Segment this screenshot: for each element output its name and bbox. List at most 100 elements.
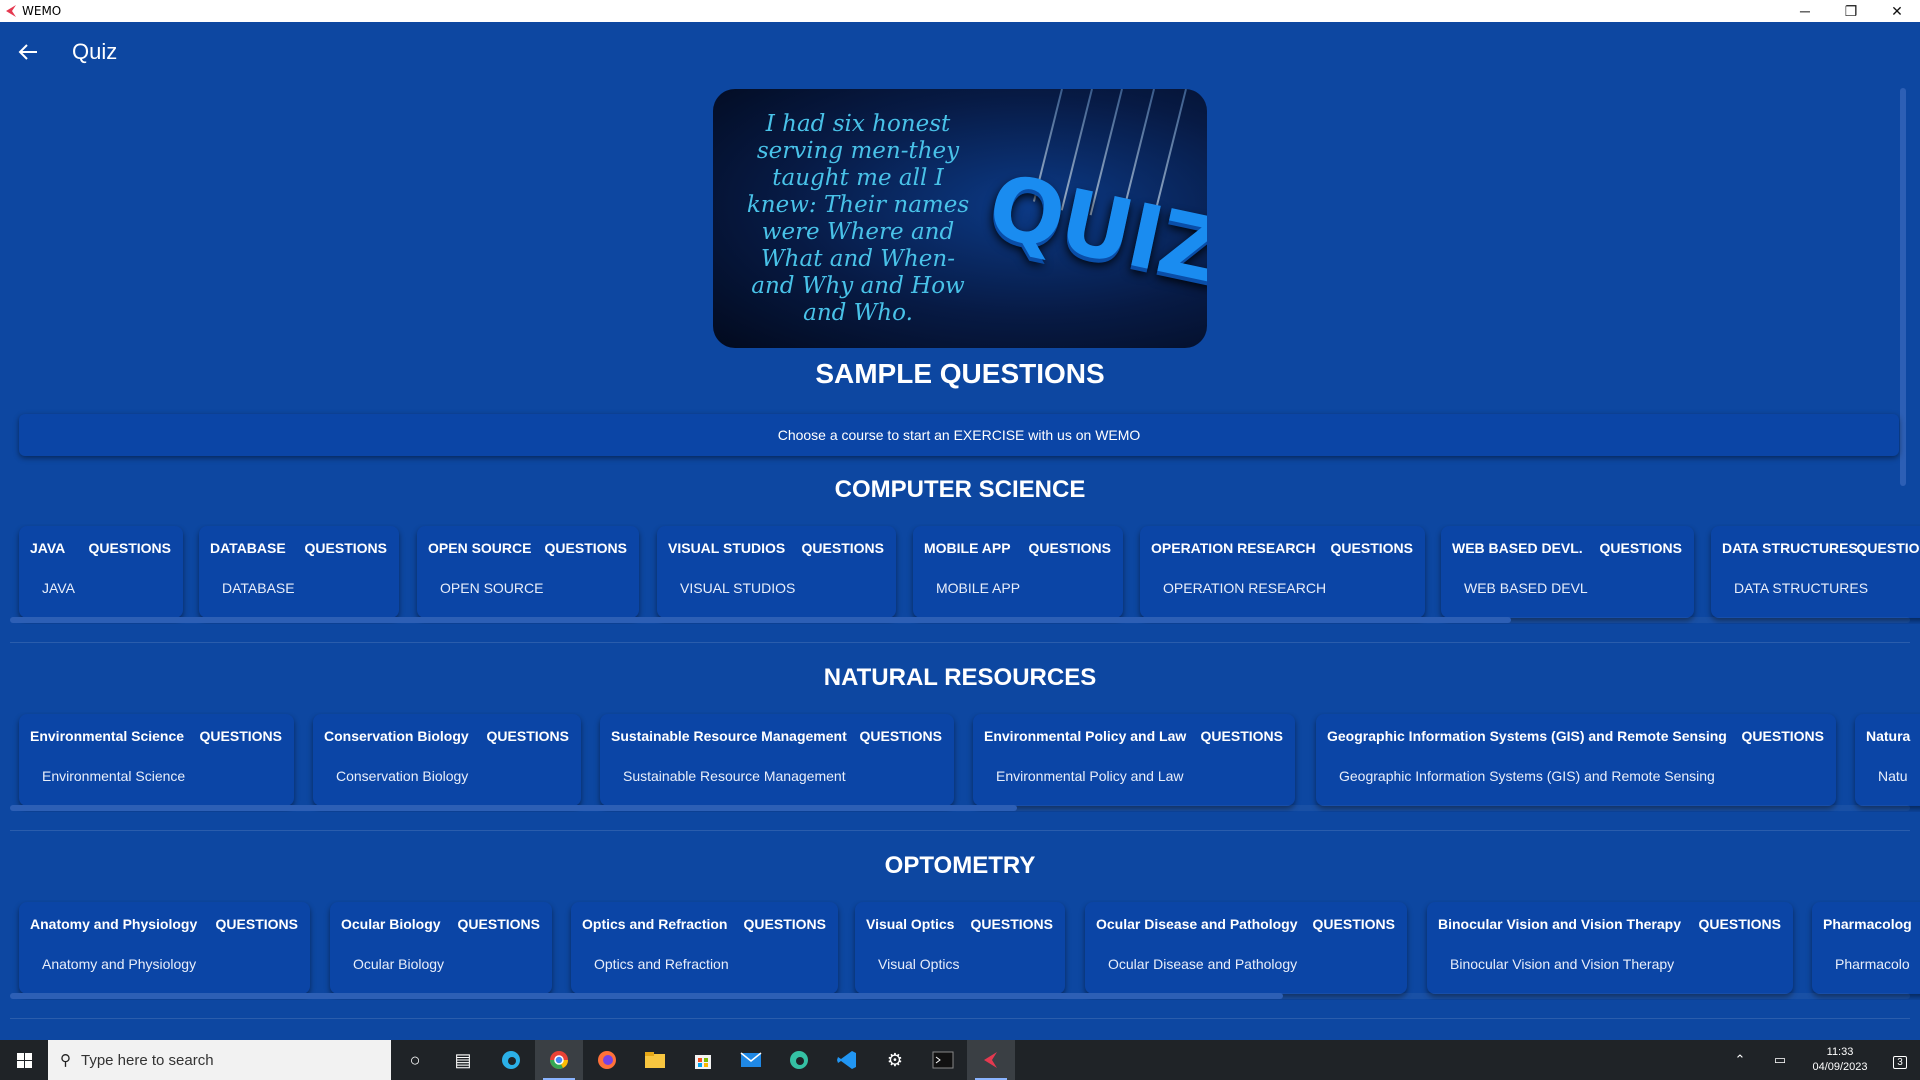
wemo-icon[interactable] [967,1040,1015,1080]
notification-icon[interactable]: 3 [1880,1053,1920,1069]
horizontal-scrollbar[interactable] [10,993,1910,999]
course-card[interactable]: Geographic Information Systems (GIS) and… [1316,714,1836,806]
scrollbar-thumb[interactable] [10,993,1283,999]
questions-button[interactable]: QUESTIONS [1742,728,1824,744]
questions-button[interactable]: QUESTIONS [1331,540,1413,556]
taskbar-search-box[interactable]: ⚲ Type here to search [48,1040,391,1080]
mail-icon[interactable] [727,1040,775,1080]
edge-icon[interactable] [487,1040,535,1080]
firefox-icon[interactable] [583,1040,631,1080]
questions-button[interactable]: QUESTIONS [89,540,171,556]
course-card[interactable]: Environmental Policy and Law QUESTIONS Env… [973,714,1295,806]
store-icon[interactable] [679,1040,727,1080]
task-view-icon[interactable]: ▤ [439,1040,487,1080]
course-info-bar: Choose a course to start an EXERCISE wit… [19,414,1899,456]
course-card-title: Ocular Biology [341,916,441,932]
terminal-icon[interactable] [919,1040,967,1080]
course-card-title: DATABASE [210,540,286,556]
course-card-title: Geographic Information Systems (GIS) and… [1327,728,1727,744]
close-button[interactable]: ✕ [1874,0,1920,22]
course-card[interactable]: Natura Natu [1855,714,1920,806]
questions-button[interactable]: QUESTIONS [1201,728,1283,744]
chevron-up-icon[interactable]: ⌃ [1720,1052,1760,1068]
cortana-icon[interactable]: ○ [391,1040,439,1080]
course-card[interactable]: Pharmacolog Pharmacolo [1812,902,1920,994]
questions-button[interactable]: QUESTIONS [802,540,884,556]
chrome-icon[interactable] [535,1040,583,1080]
course-card[interactable]: VISUAL STUDIOS QUESTIONS VISUAL STUDIOS [657,526,896,618]
questions-button[interactable]: QUESTIONS [458,916,540,932]
taskbar-clock[interactable]: 11:33 04/09/2023 [1800,1045,1880,1075]
questions-button[interactable]: QUESTIONS [971,916,1053,932]
horizontal-scrollbar[interactable] [10,617,1910,623]
course-card-title: OPEN SOURCE [428,540,532,556]
questions-button[interactable]: QUESTIONS [545,540,627,556]
course-card[interactable]: OPEN SOURCE QUESTIONS OPEN SOURCE [417,526,639,618]
course-card-title: WEB BASED DEVL. [1452,540,1583,556]
vertical-scrollbar[interactable] [1900,88,1906,486]
course-card-title: Sustainable Resource Management [611,728,847,744]
course-card[interactable]: OPERATION RESEARCH QUESTIONS OPERATION RES… [1140,526,1425,618]
course-card-subtitle: WEB BASED DEVL [1464,580,1588,596]
questions-button[interactable]: QUESTIONS [860,728,942,744]
course-card-subtitle: DATA STRUCTURES [1734,580,1869,596]
course-card-title: DATA STRUCTURES [1722,540,1858,556]
questions-button[interactable]: QUESTIONS [1857,540,1920,556]
questions-button[interactable]: QUESTIONS [305,540,387,556]
start-button[interactable] [0,1040,48,1080]
horizontal-scrollbar[interactable] [10,805,1910,811]
course-card[interactable]: Ocular Biology QUESTIONS Ocular Biology [330,902,552,994]
questions-button[interactable]: QUESTIONS [200,728,282,744]
course-card[interactable]: WEB BASED DEVL. QUESTIONS WEB BASED DEVL [1441,526,1694,618]
course-card[interactable]: Sustainable Resource Management QUESTIONS… [600,714,954,806]
course-card-title: Natura [1866,728,1911,744]
clock-date: 04/09/2023 [1812,1061,1868,1073]
course-row-optometry: Anatomy and Physiology QUESTIONS Anatomy a… [0,900,1920,1000]
course-card[interactable]: Anatomy and Physiology QUESTIONS Anatomy a… [19,902,310,994]
vscode-icon[interactable] [823,1040,871,1080]
course-card[interactable]: Ocular Disease and Pathology QUESTIONS Ocu… [1085,902,1407,994]
course-card-title: JAVA [30,540,66,556]
course-card-title: Optics and Refraction [582,916,728,932]
back-button[interactable] [8,32,48,72]
restore-button[interactable]: ❐ [1828,0,1874,22]
course-card[interactable]: DATA STRUCTURESQUESTIONSDATA STRUCTURES [1711,526,1920,618]
questions-button[interactable]: QUESTIONS [1029,540,1111,556]
course-card[interactable]: Environmental Science QUESTIONS Environmen… [19,714,294,806]
questions-button[interactable]: QUESTIONS [1313,916,1395,932]
file-explorer-icon[interactable] [631,1040,679,1080]
window-titlebar: WEMO ─ ❐ ✕ [0,0,1920,22]
course-card[interactable]: Conservation Biology QUESTIONS Conservatio… [313,714,581,806]
scrollbar-thumb[interactable] [10,617,1511,623]
section-heading-computer-science: COMPUTER SCIENCE [834,476,1086,503]
course-card[interactable]: MOBILE APP QUESTIONS MOBILE APP [913,526,1123,618]
course-card[interactable]: Visual Optics QUESTIONS Visual Optics [855,902,1065,994]
course-card-subtitle: Environmental Science [42,768,186,784]
windows-taskbar: ⚲ Type here to search ○ ▤ ⚙ ⌃ ▭ 11:33 04… [0,1040,1920,1080]
course-card[interactable]: Optics and Refraction QUESTIONS Optics and… [571,902,838,994]
course-card[interactable]: DATABASE QUESTIONS DATABASE [199,526,399,618]
minimize-button[interactable]: ─ [1782,0,1828,22]
questions-button[interactable]: QUESTIONS [1699,916,1781,932]
questions-button[interactable]: QUESTIONS [1600,540,1682,556]
window-controls: ─ ❐ ✕ [1782,0,1920,22]
questions-button[interactable]: QUESTIONS [487,728,569,744]
course-card[interactable]: Binocular Vision and Vision Therapy QUEST… [1427,902,1793,994]
edge-dev-icon[interactable] [775,1040,823,1080]
questions-button[interactable]: QUESTIONS [216,916,298,932]
course-card-subtitle: Conservation Biology [336,768,469,784]
course-card-title: VISUAL STUDIOS [668,540,786,556]
course-card-title: Pharmacolog [1823,916,1912,932]
banner-quiz-word: QUIZ [979,153,1207,304]
course-card-subtitle: Binocular Vision and Vision Therapy [1450,956,1675,972]
questions-button[interactable]: QUESTIONS [744,916,826,932]
course-card[interactable]: JAVA QUESTIONS JAVA [19,526,183,618]
section-divider [10,1018,1910,1019]
section-divider [10,642,1910,643]
network-icon[interactable]: ▭ [1760,1052,1800,1068]
settings-icon[interactable]: ⚙ [871,1040,919,1080]
scrollbar-thumb[interactable] [10,805,1017,811]
course-card-subtitle: Optics and Refraction [594,956,729,972]
arrow-left-icon [18,44,37,60]
course-card-subtitle: Geographic Information Systems (GIS) and… [1339,768,1715,784]
